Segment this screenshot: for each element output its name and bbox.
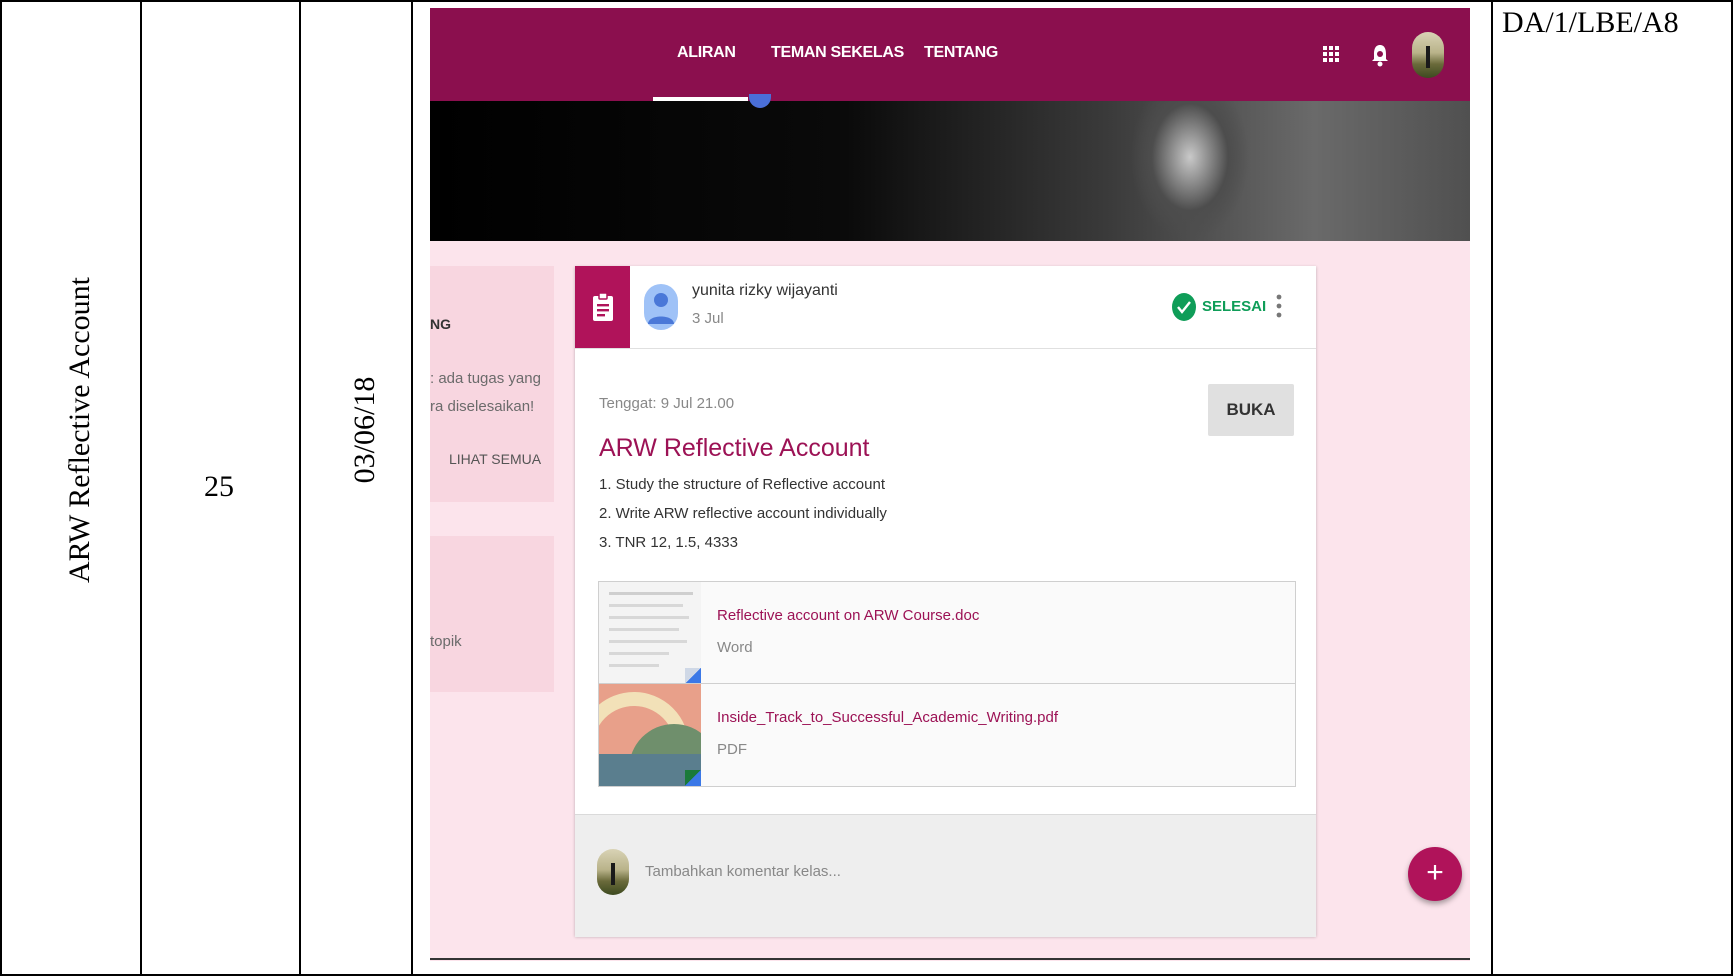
add-fab-button[interactable]: + bbox=[1408, 847, 1462, 901]
tab-tentang[interactable]: TENTANG bbox=[924, 44, 998, 62]
upcoming-message: : ada tugas yang bbox=[430, 370, 541, 387]
table-border bbox=[411, 0, 413, 976]
meeting-number-cell: 25 bbox=[204, 470, 234, 503]
class-banner bbox=[430, 101, 1470, 241]
table-border bbox=[1491, 0, 1493, 976]
table-border bbox=[299, 0, 301, 976]
instruction-line: 3. TNR 12, 1.5, 4333 bbox=[599, 534, 738, 551]
top-navigation-bar: ALIRAN TEMAN SEKELAS TENTANG bbox=[430, 8, 1470, 101]
notification-bell-icon[interactable] bbox=[1370, 43, 1390, 67]
instruction-line: 1. Study the structure of Reflective acc… bbox=[599, 476, 885, 493]
classroom-screenshot: ALIRAN TEMAN SEKELAS TENTANG NG: ada tu… bbox=[430, 8, 1470, 961]
upcoming-heading: NG bbox=[430, 316, 451, 332]
document-code-cell: DA/1/LBE/A8 bbox=[1502, 6, 1679, 39]
see-all-link[interactable]: LIHAT SEMUA bbox=[449, 451, 541, 467]
attachment-type: PDF bbox=[717, 741, 747, 758]
clipboard-icon bbox=[592, 292, 614, 322]
post-date: 3 Jul bbox=[692, 310, 724, 327]
assignment-type-indicator bbox=[575, 266, 630, 348]
attachment-name[interactable]: Inside_Track_to_Successful_Academic_Writ… bbox=[717, 709, 1058, 726]
more-options-icon[interactable] bbox=[1275, 293, 1283, 319]
status-badge: SELESAI bbox=[1202, 298, 1267, 315]
apps-grid-icon[interactable] bbox=[1323, 46, 1339, 62]
commenter-avatar bbox=[597, 849, 629, 895]
author-name: yunita rizky wijayanti bbox=[692, 282, 838, 299]
comment-input[interactable]: Tambahkan komentar kelas... bbox=[645, 863, 841, 880]
attachment-item[interactable]: Reflective account on ARW Course.doc Wor… bbox=[598, 581, 1296, 685]
due-date: Tenggat: 9 Jul 21.00 bbox=[599, 395, 735, 412]
table-border bbox=[0, 0, 2, 976]
comment-section: Tambahkan komentar kelas... bbox=[575, 814, 1316, 937]
activity-cell: ARW Reflective Account bbox=[63, 276, 96, 584]
assignment-card: yunita rizky wijayanti 3 Jul SELESAI Ten… bbox=[575, 266, 1316, 937]
topics-label: topik bbox=[430, 633, 462, 650]
card-divider bbox=[575, 348, 1316, 349]
done-check-icon bbox=[1172, 292, 1196, 322]
account-avatar[interactable] bbox=[1412, 32, 1444, 78]
instruction-line: 2. Write ARW reflective account individu… bbox=[599, 505, 887, 522]
attachment-type: Word bbox=[717, 639, 753, 656]
screenshot-bottom-edge bbox=[430, 958, 1470, 960]
word-doc-thumbnail bbox=[599, 582, 701, 684]
table-top-border bbox=[0, 0, 1733, 2]
assignment-title[interactable]: ARW Reflective Account bbox=[599, 434, 869, 463]
pdf-thumbnail bbox=[599, 684, 701, 786]
table-border bbox=[140, 0, 142, 976]
topics-card: topik bbox=[430, 536, 554, 692]
tab-aliran[interactable]: ALIRAN bbox=[677, 44, 736, 62]
date-cell: 03/06/18 bbox=[348, 376, 381, 484]
attachment-item[interactable]: Inside_Track_to_Successful_Academic_Writ… bbox=[598, 683, 1296, 787]
open-button[interactable]: BUKA bbox=[1208, 384, 1294, 436]
author-avatar bbox=[644, 284, 678, 330]
pdf-file-icon bbox=[685, 770, 701, 786]
tab-teman-sekelas[interactable]: TEMAN SEKELAS bbox=[771, 44, 904, 62]
attachment-name[interactable]: Reflective account on ARW Course.doc bbox=[717, 607, 979, 624]
upcoming-card: NG : ada tugas yang ra diselesaikan! LIH… bbox=[430, 266, 554, 502]
banner-image bbox=[1130, 101, 1250, 241]
word-file-icon bbox=[685, 668, 701, 684]
upcoming-message: ra diselesaikan! bbox=[430, 398, 535, 415]
